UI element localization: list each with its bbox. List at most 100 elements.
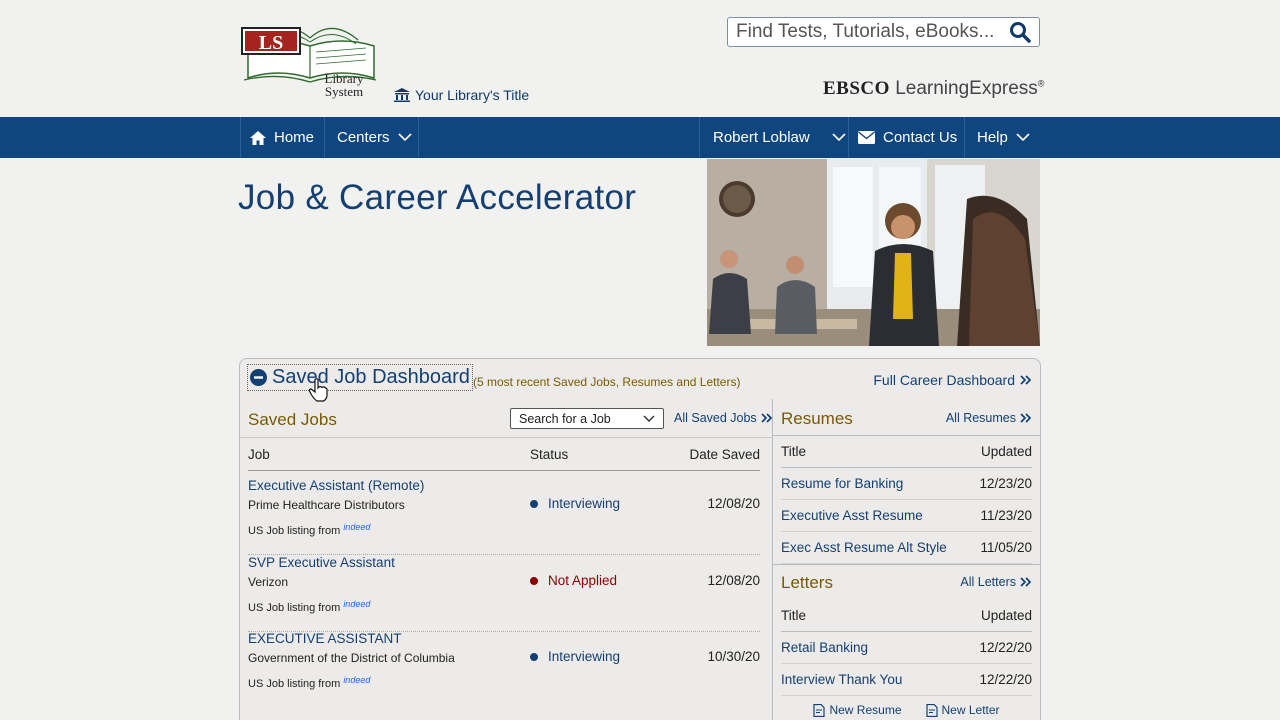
all-resumes-link[interactable]: All Resumes	[946, 411, 1031, 425]
indeed-logo: indeed	[343, 599, 371, 609]
job-status: Interviewing	[530, 649, 620, 664]
library-building-icon	[394, 88, 410, 102]
dashboard-title: Saved Job Dashboard	[272, 366, 470, 388]
library-system-logo[interactable]: LS Library System	[240, 16, 380, 102]
nav-home[interactable]: Home	[250, 117, 314, 158]
library-title-link[interactable]: Your Library's Title	[394, 87, 529, 103]
chevron-down-icon	[643, 415, 655, 422]
nav-user-label: Robert Loblaw	[713, 129, 810, 146]
all-saved-jobs-link[interactable]: All Saved Jobs	[674, 411, 772, 425]
job-date-saved: 12/08/20	[707, 496, 760, 511]
nav-contact-label: Contact Us	[883, 129, 958, 146]
resumes-title: Resumes	[781, 409, 853, 428]
letter-title-link[interactable]: Interview Thank You	[781, 672, 902, 687]
nav-centers-label: Centers	[337, 129, 390, 146]
resume-row: Resume for Banking 12/23/20	[781, 468, 1032, 500]
column-job: Job	[248, 447, 270, 462]
job-source-text: US Job listing from	[248, 678, 341, 690]
job-source: US Job listing from indeed	[248, 675, 371, 690]
resumes-column-updated: Updated	[980, 444, 1032, 459]
job-company: Prime Healthcare Distributors	[248, 498, 405, 512]
resumes-letters-panel: Resumes All Resumes Title Updated Resume…	[773, 399, 1040, 720]
letters-header-row: Title Updated	[781, 600, 1032, 632]
minus-circle-icon	[250, 369, 267, 386]
new-document-links: New Resume New Letter	[773, 703, 1040, 717]
indeed-logo: indeed	[343, 522, 371, 532]
search-for-job-select[interactable]: Search for a Job	[510, 408, 664, 429]
job-status: Interviewing	[530, 496, 620, 511]
letter-row: Retail Banking 12/22/20	[781, 632, 1032, 664]
job-source: US Job listing from indeed	[248, 599, 371, 614]
letters-title: Letters	[781, 573, 833, 592]
nav-help[interactable]: Help	[977, 117, 1030, 158]
resume-row: Exec Asst Resume Alt Style 11/05/20	[781, 532, 1032, 564]
all-resumes-label: All Resumes	[945, 411, 1016, 425]
double-chevron-right-icon	[1020, 413, 1031, 423]
status-dot	[530, 499, 538, 508]
resumes-header-row: Title Updated	[781, 436, 1032, 468]
chevron-down-icon	[832, 133, 846, 142]
double-chevron-right-icon	[761, 413, 772, 423]
brand-product: LearningExpress	[895, 78, 1038, 99]
saved-job-row: Executive Assistant (Remote) Prime Healt…	[248, 478, 760, 555]
brand-ebsco: EBSCO	[823, 78, 890, 99]
full-career-dashboard-link[interactable]: Full Career Dashboard	[873, 372, 1031, 388]
search-icon[interactable]	[1008, 20, 1032, 44]
saved-job-row: EXECUTIVE ASSISTANT Government of the Di…	[248, 631, 760, 708]
column-date-saved: Date Saved	[689, 447, 760, 462]
dashboard-header: Saved Job Dashboard (5 most recent Saved…	[240, 359, 1040, 399]
job-date-saved: 12/08/20	[707, 573, 760, 588]
double-chevron-right-icon	[1020, 577, 1031, 587]
resume-updated: 11/05/20	[980, 540, 1032, 555]
letter-row: Interview Thank You 12/22/20	[781, 664, 1032, 696]
chevron-down-icon	[1016, 133, 1030, 142]
dashboard-collapse-toggle[interactable]: Saved Job Dashboard	[247, 364, 473, 391]
nav-user-menu[interactable]: Robert Loblaw	[713, 117, 846, 158]
resume-title-link[interactable]: Exec Asst Resume Alt Style	[781, 540, 947, 555]
new-resume-link[interactable]: New Resume	[813, 703, 902, 717]
page-title: Job & Career Accelerator	[238, 178, 637, 217]
saved-jobs-title: Saved Jobs	[248, 410, 337, 429]
job-company: Government of the District of Columbia	[248, 651, 455, 665]
resume-title-link[interactable]: Executive Asst Resume	[781, 508, 923, 523]
full-career-dashboard-label: Full Career Dashboard	[873, 372, 1015, 388]
ebsco-brand-logo: EBSCO LearningExpress®	[823, 78, 1044, 100]
letters-column-title: Title	[781, 608, 807, 623]
letter-updated: 12/22/20	[979, 640, 1032, 655]
nav-centers[interactable]: Centers	[337, 117, 412, 158]
logo-line2: System	[325, 84, 363, 99]
search-for-job-label: Search for a Job	[519, 411, 611, 426]
job-source-text: US Job listing from	[248, 602, 341, 614]
column-status: Status	[530, 447, 569, 462]
nav-contact-us[interactable]: Contact Us	[858, 117, 957, 158]
brand-mark: ®	[1037, 78, 1045, 89]
new-letter-link[interactable]: New Letter	[925, 703, 1000, 717]
job-status-label: Interviewing	[548, 496, 621, 511]
resume-updated: 11/23/20	[980, 508, 1032, 523]
job-title-link[interactable]: EXECUTIVE ASSISTANT	[248, 631, 402, 646]
all-saved-jobs-label: All Saved Jobs	[674, 411, 757, 425]
job-company: Verizon	[248, 575, 289, 589]
new-document-icon	[925, 703, 938, 717]
hand-cursor-icon	[308, 378, 328, 402]
main-nav: Home Centers Robert Loblaw Contact Us He…	[0, 117, 1280, 158]
job-date-saved: 10/30/20	[707, 649, 760, 664]
new-letter-label: New Letter	[941, 703, 1000, 717]
letter-title-link[interactable]: Retail Banking	[781, 640, 868, 655]
saved-job-row: SVP Executive Assistant Verizon US Job l…	[248, 555, 760, 632]
job-status-label: Interviewing	[548, 649, 621, 664]
saved-jobs-panel: Saved Jobs Search for a Job All Saved Jo…	[240, 399, 773, 720]
search-input[interactable]	[728, 21, 1008, 43]
job-status: Not Applied	[530, 573, 617, 588]
job-title-link[interactable]: SVP Executive Assistant	[248, 555, 395, 570]
status-dot	[530, 652, 538, 661]
all-letters-label: All Letters	[960, 575, 1016, 589]
resume-title-link[interactable]: Resume for Banking	[781, 476, 903, 491]
library-title: Your Library's Title	[415, 87, 530, 103]
job-title-link[interactable]: Executive Assistant (Remote)	[248, 478, 424, 493]
dashboard-subtitle: (5 most recent Saved Jobs, Resumes and L…	[473, 375, 741, 389]
indeed-logo: indeed	[343, 675, 371, 685]
all-letters-link[interactable]: All Letters	[960, 575, 1031, 589]
resumes-column-title: Title	[781, 444, 807, 459]
site-search	[727, 17, 1040, 47]
